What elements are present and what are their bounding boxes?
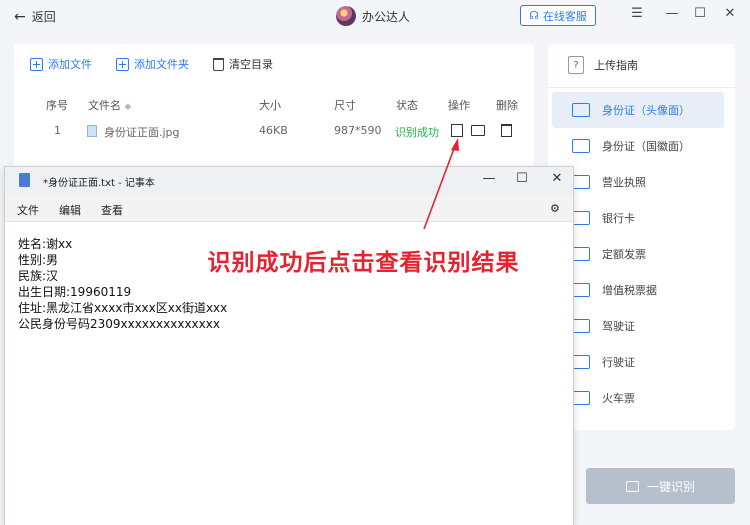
arrow-head <box>451 138 459 151</box>
annotation-arrow <box>423 138 459 230</box>
arrow-line <box>423 145 456 230</box>
